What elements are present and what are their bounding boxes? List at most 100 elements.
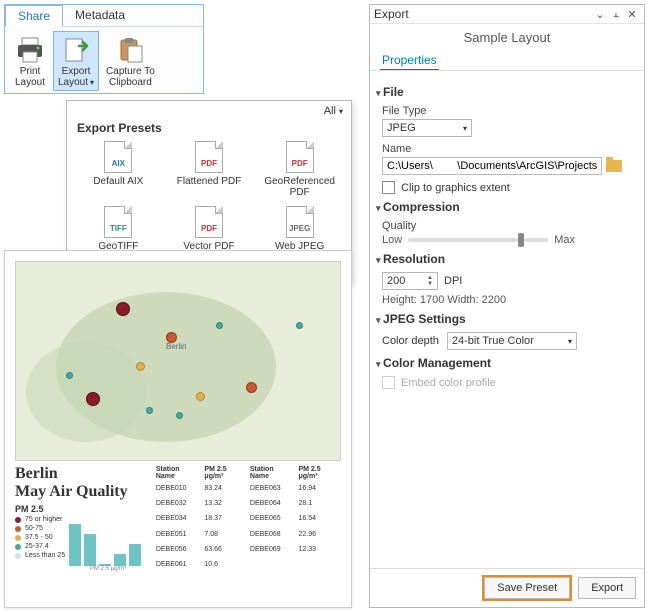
table-row: DEBE06110.6 [153,557,341,572]
bar [84,534,96,566]
map-area: Berlin [15,261,341,461]
embed-label: Embed color profile [401,377,496,389]
legend-row: Less than 25 [15,552,65,559]
save-preset-button[interactable]: Save Preset [484,577,570,599]
capture-label-1: Capture To [106,66,155,77]
export-icon [60,34,92,66]
chevron-down-icon: ▾ [463,124,467,133]
preset-item[interactable]: PDF GeoReferenced PDF [254,141,345,198]
chevron-down-icon: ▾ [568,337,572,346]
file-icon: JPEG [286,206,314,238]
file-icon: PDF [286,141,314,173]
capture-clipboard-button[interactable]: Capture To Clipboard [101,31,160,91]
preset-item[interactable]: TIFFGeoTIFF [73,206,164,252]
preset-item[interactable]: PDFVector PDF [164,206,255,252]
name-label: Name [382,143,632,155]
preset-label: Flattened PDF [177,176,241,187]
quality-label: Quality [382,220,632,232]
bar [69,524,81,566]
pin-icon[interactable]: ⫠ [608,8,624,21]
export-layout-button[interactable]: Export Layout▾ [53,31,99,91]
quality-slider[interactable] [408,238,548,242]
pane-title: Export [374,7,592,21]
dropdown-icon[interactable]: ⌄ [592,8,608,21]
bar [129,544,141,566]
preset-item[interactable]: AIX Default AIX [73,141,164,198]
table-row: DEBE05663.66DEBE06912.33 [153,542,341,557]
bar-chart-xlabel: PM 2.5 μg/m³ [69,566,147,572]
pane-footer: Save Preset Export [370,568,644,607]
ribbon: Share Metadata Print Layout Export Layou… [4,4,204,94]
bar-chart [69,518,147,566]
pane-titlebar: Export ⌄ ⫠ ✕ [370,5,644,24]
layout-title-2: May Air Quality [15,483,147,501]
preset-label: Default AIX [93,176,143,187]
preset-item[interactable]: JPEGWeb JPEG [254,206,345,252]
layout-subtitle: PM 2.5 [15,504,147,514]
legend: 75 or higher50-7537.5 - 5025-37.4Less th… [15,514,65,572]
print-layout-label-1: Print [20,66,41,77]
legend-row: 75 or higher [15,516,65,523]
dpi-spinner[interactable]: 200 ▲▼ [382,272,438,290]
file-icon: TIFF [104,206,132,238]
map-city-label: Berlin [166,342,186,351]
height-width-label: Height: 1700 Width: 2200 [382,294,632,306]
clip-checkbox[interactable] [382,181,395,194]
browse-folder-icon[interactable] [606,160,622,172]
preset-label: GeoReferenced PDF [254,176,345,198]
export-layout-label-1: Export [62,66,91,77]
bar [114,554,126,566]
clipboard-icon [114,34,146,66]
quality-max: Max [554,234,575,246]
quality-low: Low [382,234,402,246]
preset-item[interactable]: PDF Flattened PDF [164,141,255,198]
layout-title-1: Berlin [15,465,147,483]
presets-filter-all[interactable]: All ▾ [324,105,343,117]
file-icon: PDF [195,141,223,173]
layout-preview: Berlin Berlin May Air Quality PM 2.5 75 … [4,250,352,608]
table-row: DEBE03213.32DEBE06428.1 [153,496,341,511]
section-colormgmt[interactable]: Color Management [376,356,632,370]
legend-row: 50-75 [15,525,65,532]
station-table: Station NamePM 2.5 μg/m³ Station NamePM … [153,465,341,572]
chevron-down-icon: ▾ [339,107,343,116]
presets-grid: AIX Default AIX PDF Flattened PDF PDF GeoRefe… [67,137,351,260]
name-input[interactable] [382,157,602,175]
export-button[interactable]: Export [578,577,636,599]
filetype-select[interactable]: JPEG ▾ [382,119,472,137]
spinner-down-icon[interactable]: ▼ [427,281,433,287]
embed-checkbox [382,376,395,389]
ribbon-body: Print Layout Export Layout▾ Capture To C… [5,27,203,93]
section-compression[interactable]: Compression [376,200,632,214]
file-icon: AIX [104,141,132,173]
table-row: DEBE01083.24DEBE06316.94 [153,481,341,496]
chevron-down-icon: ▾ [90,78,94,87]
pane-body: File File Type JPEG ▾ Name Clip to graph… [370,71,644,568]
dpi-label: DPI [444,275,462,287]
section-resolution[interactable]: Resolution [376,252,632,266]
presets-title: Export Presets [67,117,351,137]
section-file[interactable]: File [376,85,632,99]
file-icon: PDF [195,206,223,238]
colordepth-select[interactable]: 24-bit True Color ▾ [447,332,577,350]
section-jpeg[interactable]: JPEG Settings [376,312,632,326]
tab-share[interactable]: Share [5,5,63,27]
legend-row: 25-37.4 [15,543,65,550]
clip-label: Clip to graphics extent [401,182,510,194]
colordepth-label: Color depth [382,335,439,347]
ribbon-tabs: Share Metadata [5,5,203,27]
printer-icon [14,34,46,66]
export-layout-label-2: Layout [58,77,88,88]
table-row: DEBE0517.08DEBE06822.96 [153,527,341,542]
tab-metadata[interactable]: Metadata [63,5,137,26]
tab-properties[interactable]: Properties [380,51,439,71]
print-layout-label-2: Layout [15,77,45,88]
slider-thumb[interactable] [518,233,524,247]
close-icon[interactable]: ✕ [624,8,640,21]
print-layout-button[interactable]: Print Layout [9,31,51,91]
filetype-label: File Type [382,105,632,117]
export-pane: Export ⌄ ⫠ ✕ Sample Layout Properties Fi… [369,4,645,608]
dpi-value: 200 [387,275,405,287]
table-row: DEBE03418.37DEBE06516.54 [153,511,341,526]
pane-subtitle: Sample Layout [370,24,644,51]
